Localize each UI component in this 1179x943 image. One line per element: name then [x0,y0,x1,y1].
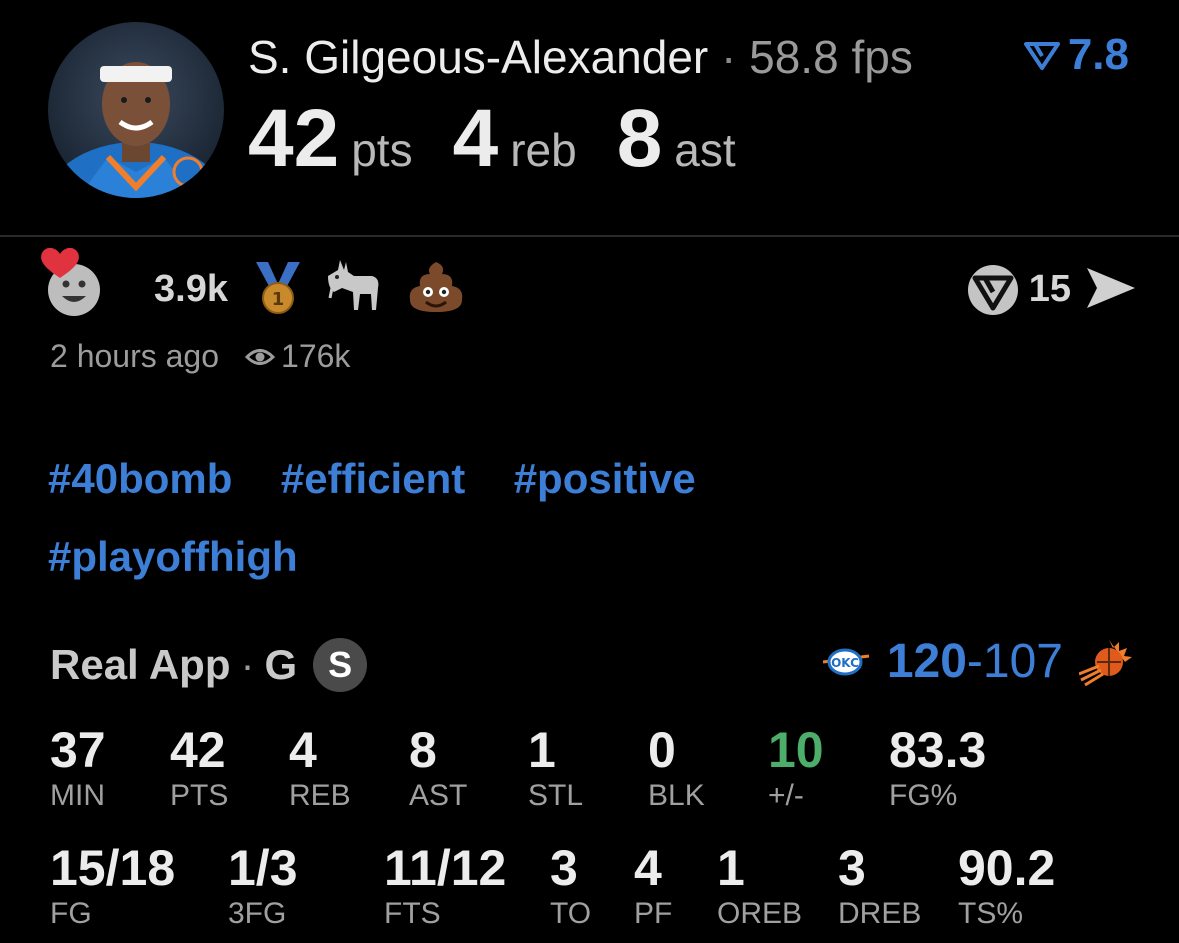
stat-value: 37 [50,722,106,778]
stat-value: 8 [409,722,437,778]
hashtags: #40bomb #efficient #positive #playoffhig… [48,440,948,596]
stat-plus-minus: 10 +/- [768,722,824,814]
player-avatar[interactable] [48,22,224,198]
separator: · [721,31,737,83]
reactions-bar: 3.9k 1 15 [38,244,1139,324]
hashtag[interactable]: #efficient [281,440,465,518]
stat-value: 0 [648,722,676,778]
stat-pts: 42 PTS [170,722,228,814]
stat-fg-pct: 83.3 FG% [889,722,986,814]
hashtag[interactable]: #positive [514,440,696,518]
assists-value: 8 [616,93,663,184]
stat-label: TO [550,897,592,930]
stat-ts-pct: 90.2 TS% [958,840,1055,932]
stat-value: 1 [528,722,556,778]
reaction-count: 3.9k [154,268,228,310]
stat-value: 10 [768,722,824,778]
player-header: S. Gilgeous-Alexander · 58.8 fps [248,30,913,84]
hashtag[interactable]: #40bomb [48,440,232,518]
stat-reb: 4 REB [289,722,351,814]
stat-label: +/- [768,779,804,812]
rebounds-unit: reb [510,124,577,176]
stat-label: STL [528,779,584,812]
stat-label: FTS [384,897,441,930]
stat-value: 4 [289,722,317,778]
assists-unit: ast [674,124,736,176]
stat-3fg: 1/3 3FG [228,840,298,932]
stat-pf: 4 PF [634,840,672,932]
post-meta: 2 hours ago 176k [50,338,350,375]
points-unit: pts [351,124,413,176]
stat-min: 37 MIN [50,722,106,814]
suns-logo-icon [1079,639,1132,686]
stat-value: 90.2 [958,840,1056,896]
fps-score: 58.8 fps [749,31,913,83]
stat-label: TS% [958,897,1024,930]
stat-value: 42 [170,722,226,778]
stat-to: 3 TO [550,840,591,932]
team-score: 120 [886,635,967,688]
stat-label: FG% [889,779,958,812]
starter-badge: S [313,638,368,692]
score-dash: - [966,635,983,688]
points-value: 42 [248,93,340,184]
reply-count: 15 [1028,268,1071,310]
views-value: 176k [281,338,351,374]
player-position: G [264,641,298,688]
stat-fts: 11/12 FTS [384,840,506,932]
stat-label: AST [409,779,468,812]
eye-icon [245,348,276,365]
poop-icon[interactable] [406,258,466,318]
stat-label: DREB [838,897,922,930]
game-score[interactable]: OKC 120-107 [821,634,1133,689]
stat-value: 4 [634,840,662,896]
stat-value: 3 [550,840,578,896]
opponent-score: 107 [982,635,1063,688]
rating-badge[interactable]: 7.8 [1022,30,1129,80]
stat-label: PTS [170,779,229,812]
stat-label: FG [50,897,92,930]
stat-value: 83.3 [889,722,987,778]
share-icon[interactable] [1083,264,1139,312]
stat-ast: 8 AST [409,722,467,814]
rating-value: 7.8 [1067,30,1129,79]
stat-label: PF [634,897,673,930]
headline-stats: 42 pts 4 reb 8 ast [248,92,776,186]
stat-value: 15/18 [50,840,176,896]
rating-icon [1023,42,1060,70]
stat-label: OREB [717,897,803,930]
stat-dreb: 3 DREB [838,840,921,932]
stat-fg: 15/18 FG [50,840,175,932]
player-name[interactable]: S. Gilgeous-Alexander [248,31,708,83]
score-value: 120-107 [887,634,1063,689]
view-count: 176k [245,338,350,375]
rebounds-value: 4 [452,93,499,184]
stat-stl: 1 STL [528,722,583,814]
divider [0,235,1179,237]
stat-value: 1/3 [228,840,298,896]
hashtag[interactable]: #playoffhigh [48,518,298,596]
goat-icon[interactable] [320,258,384,318]
reply-icon[interactable] [965,262,1021,318]
stat-label: MIN [50,779,105,812]
react-button[interactable] [38,244,108,324]
source-line: Real App · G S [50,638,368,692]
separator: · [240,641,255,688]
stat-value: 3 [838,840,866,896]
stat-label: REB [289,779,351,812]
stat-label: BLK [648,779,705,812]
stat-value: 1 [717,840,745,896]
time-ago: 2 hours ago [50,338,220,374]
stat-blk: 0 BLK [648,722,705,814]
svg-text:1: 1 [272,289,285,310]
svg-text:OKC: OKC [831,656,859,670]
medal-icon[interactable]: 1 [248,258,308,318]
app-name: Real App [50,641,231,688]
stat-oreb: 1 OREB [717,840,802,932]
okc-logo-icon: OKC [822,648,870,675]
stat-value: 11/12 [384,840,507,896]
stat-label: 3FG [228,897,287,930]
